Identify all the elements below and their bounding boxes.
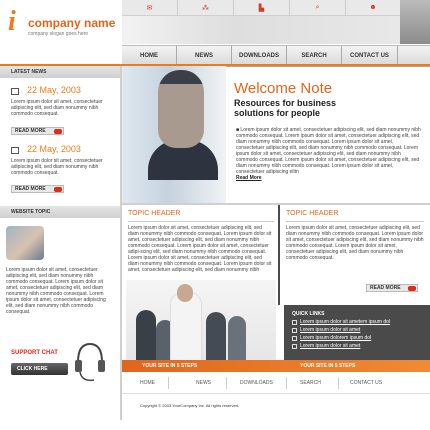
team-member [170, 292, 202, 362]
topic-left-header: TOPIC HEADER [128, 210, 181, 217]
company-slogan: company slogan goes here [28, 31, 89, 37]
arrow-icon [408, 286, 416, 291]
people-icon[interactable]: ☻ [346, 0, 401, 15]
quick-link-label: Lorem ipsum dolor sit amet [300, 327, 361, 333]
read-more-label: READ MORE [15, 186, 46, 192]
footer-nav-divider [286, 377, 287, 389]
footer-rule [122, 393, 430, 394]
footer-nav-news[interactable]: NEWS [196, 380, 211, 386]
read-more-label: READ MORE [370, 285, 401, 291]
arrow-icon [54, 187, 62, 192]
network-icon[interactable]: ⁂ [178, 0, 234, 15]
checkbox-icon [292, 343, 297, 349]
topic-photo [6, 226, 44, 260]
news-icon [11, 88, 19, 95]
nav-home[interactable]: HOME [122, 46, 177, 66]
footer-nav: HOME NEWS DOWNLOADS SEARCH CONTACT US [122, 375, 430, 391]
read-more-label: READ MORE [15, 128, 46, 134]
team-member [206, 312, 226, 360]
footer-nav-downloads[interactable]: DOWNLOADS [240, 380, 273, 386]
topic-divider [278, 205, 280, 305]
welcome-body-text: Lorem ipsum dolor sit amet, consectetuer… [236, 127, 421, 175]
checkbox-icon [292, 327, 297, 333]
news-read-more-button[interactable]: READ MORE [11, 185, 64, 193]
quick-link-label: Lorem ipsum dolor sit amet [300, 343, 361, 349]
quick-links-list: Lorem ipsum dolor sit ametem ipsum dol L… [292, 319, 420, 349]
latest-news-header: LATEST NEWS [0, 66, 120, 78]
nav-contact[interactable]: CONTACT US [342, 46, 398, 66]
news-icon [11, 147, 19, 154]
checkbox-icon [292, 319, 297, 325]
quick-link[interactable]: Lorem ipsum dolor sit amet [292, 327, 420, 333]
topic-right-header: TOPIC HEADER [286, 210, 339, 217]
footer-nav-divider [338, 377, 339, 389]
quick-link[interactable]: Lorem ipsum dolorem ipsum dol [292, 335, 420, 341]
support-chat-title: SUPPORT CHAT [11, 350, 58, 356]
footer-nav-home[interactable]: HOME [140, 380, 155, 386]
quick-link[interactable]: Lorem ipsum dolor sit amet [292, 343, 420, 349]
welcome-title: Welcome Note [234, 80, 333, 97]
quick-link[interactable]: Lorem ipsum dolor sit ametem ipsum dol [292, 319, 420, 325]
icon-strip: ✉ ⁂ ▙ ⌕ ☻ [122, 0, 401, 16]
footer-nav-divider [168, 377, 169, 389]
welcome-body: ■ Lorem ipsum dolor sit amet, consectetu… [236, 127, 422, 181]
team-member [228, 316, 246, 360]
topic-left-text: Lorem ipsum dolor sit amet, consectetuer… [128, 225, 272, 273]
search-icon[interactable]: ⌕ [290, 0, 346, 15]
welcome-subtitle-line-1: Resources for business [234, 98, 337, 108]
section-divider [122, 203, 430, 205]
arrow-icon [54, 129, 62, 134]
news-read-more-button[interactable]: READ MORE [11, 127, 64, 135]
welcome-read-more-link[interactable]: Read More [236, 175, 262, 181]
steps-left[interactable]: YOUR SITE IN 5 STEPS [142, 363, 197, 369]
steps-right[interactable]: YOUR SITE IN 5 STEPS [300, 363, 355, 369]
news-text: Lorem ipsum dolor sit amet, consectetuer… [11, 99, 103, 117]
team-member [136, 310, 156, 360]
company-name[interactable]: company name [28, 16, 115, 30]
footer-nav-divider [226, 377, 227, 389]
mail-icon[interactable]: ✉ [122, 0, 178, 15]
checkbox-icon [292, 335, 297, 341]
quick-link-label: Lorem ipsum dolor sit ametem ipsum dol [300, 319, 391, 325]
hero-photo-face [158, 70, 204, 148]
quick-links-header: QUICK LINKS [292, 311, 325, 317]
welcome-subtitle: Resources for business solutions for peo… [234, 98, 336, 118]
welcome-subtitle-line-2: solutions for people [234, 108, 321, 118]
copyright: Copyright © 2003 YourCompany Inc. All ri… [140, 403, 239, 408]
topic-right-text: Lorem ipsum dolor sit amet, consectetuer… [286, 225, 424, 261]
topic-read-more-button[interactable]: READ MORE [366, 284, 418, 292]
quick-link-label: Lorem ipsum dolorem ipsum dol [300, 335, 372, 341]
headset-icon [75, 342, 105, 382]
nav-downloads[interactable]: DOWNLOADS [232, 46, 287, 66]
news-date: 22 May, 2003 [27, 144, 81, 154]
logo-letter: i [8, 6, 16, 37]
chart-icon[interactable]: ▙ [234, 0, 290, 15]
support-chat-button-label: CLICK HERE [17, 366, 48, 372]
nav-news[interactable]: NEWS [177, 46, 232, 66]
website-topic-header: WEBSITE TOPIC [0, 206, 120, 218]
footer-nav-search[interactable]: SEARCH [300, 380, 321, 386]
footer-nav-contact[interactable]: CONTACT US [350, 380, 382, 386]
topic-left-rule [128, 221, 274, 222]
news-date: 22 May, 2003 [27, 85, 81, 95]
nav-search[interactable]: SEARCH [287, 46, 342, 66]
team-member-face [177, 284, 193, 302]
website-topic-text: Lorem ipsum dolor sit amet, consectetuer… [6, 267, 106, 315]
support-chat-button[interactable]: CLICK HERE [11, 363, 68, 375]
header-photo-strip [122, 16, 400, 44]
topic-right-rule [286, 221, 424, 222]
news-text: Lorem ipsum dolor sit amet, consectetuer… [11, 158, 103, 176]
header-corner-photo [400, 0, 430, 44]
team-photo [126, 280, 276, 362]
